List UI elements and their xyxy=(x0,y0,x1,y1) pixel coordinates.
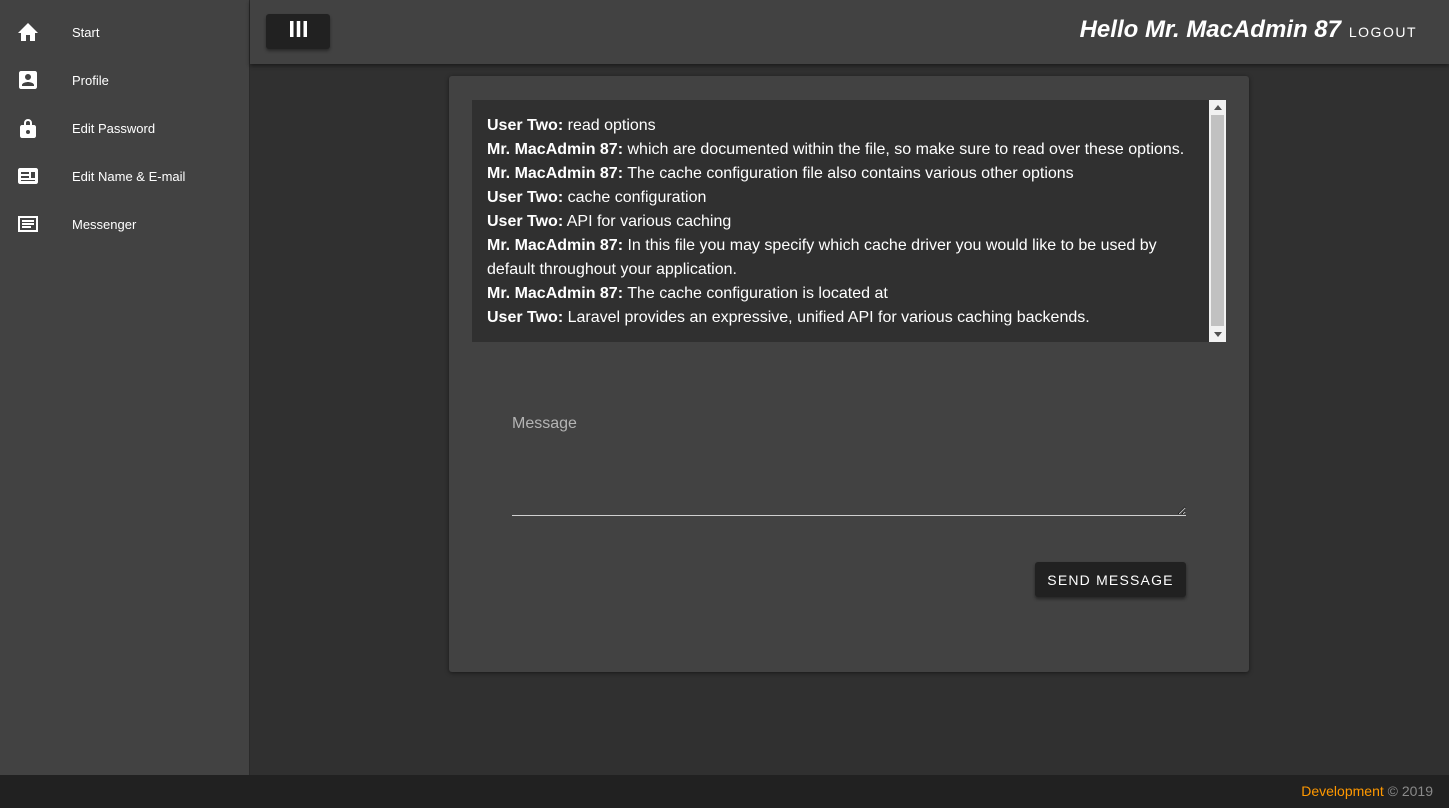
message-sender: Mr. MacAdmin 87: xyxy=(487,141,624,158)
message-text: which are documented within the file, so… xyxy=(627,141,1185,158)
sidebar-item-edit-password[interactable]: Edit Password xyxy=(0,104,250,152)
message-text: API for various caching xyxy=(566,213,732,230)
message-sender: User Two: xyxy=(487,189,564,206)
sidebar-item-start[interactable]: Start xyxy=(0,8,250,56)
message-sender: Mr. MacAdmin 87: xyxy=(487,165,624,182)
sidebar-item-label: Start xyxy=(72,24,100,40)
message-sender: Mr. MacAdmin 87: xyxy=(487,285,624,302)
sidebar-item-label: Messenger xyxy=(72,216,137,232)
lock-icon xyxy=(18,118,38,138)
sidebar-item-profile[interactable]: Profile xyxy=(0,56,250,104)
greeting-title: Hello Mr. MacAdmin 87 xyxy=(1079,16,1341,43)
scroll-up-arrow-icon[interactable] xyxy=(1214,105,1222,110)
home-icon xyxy=(18,22,38,42)
chat-scrollbar[interactable] xyxy=(1209,100,1226,342)
message-text: The cache configuration file also contai… xyxy=(627,165,1074,182)
messenger-card: User Two: read options Mr. MacAdmin 87: … xyxy=(449,76,1249,672)
chat-message: Mr. MacAdmin 87: The cache configuration… xyxy=(487,282,1193,306)
scrollbar-thumb[interactable] xyxy=(1211,115,1224,326)
message-field xyxy=(512,401,1186,516)
account-box-icon xyxy=(18,70,38,90)
message-icon xyxy=(18,214,38,234)
sidebar-item-edit-name-email[interactable]: Edit Name & E-mail xyxy=(0,152,250,200)
sidebar-item-label: Edit Name & E-mail xyxy=(72,168,186,184)
sidebar-item-label: Edit Password xyxy=(72,120,156,136)
scroll-down-arrow-icon[interactable] xyxy=(1214,332,1222,337)
message-text: cache configuration xyxy=(567,189,707,206)
chat-history[interactable]: User Two: read options Mr. MacAdmin 87: … xyxy=(472,100,1226,342)
menu-toggle-button[interactable] xyxy=(266,14,330,49)
view-column-icon xyxy=(289,21,307,42)
chat-message: User Two: cache configuration xyxy=(487,186,1193,210)
footer: Development © 2019 xyxy=(0,775,1449,808)
logout-button[interactable]: LOGOUT xyxy=(1349,24,1417,40)
development-link[interactable]: Development xyxy=(1301,783,1384,799)
sidebar-item-label: Profile xyxy=(72,72,109,88)
footer-text: Development © 2019 xyxy=(1301,783,1433,799)
chat-message-list: User Two: read options Mr. MacAdmin 87: … xyxy=(472,100,1209,330)
chat-message: Mr. MacAdmin 87: In this file you may sp… xyxy=(487,234,1193,282)
sidebar-nav: Start Profile Edit Password Edit Name & … xyxy=(0,0,250,775)
chat-message: Mr. MacAdmin 87: The cache configuration… xyxy=(487,162,1193,186)
message-sender: User Two: xyxy=(487,309,564,326)
sidebar-item-messenger[interactable]: Messenger xyxy=(0,200,250,248)
chat-message: User Two: Laravel provides an expressive… xyxy=(487,306,1193,330)
send-message-button[interactable]: SEND MESSAGE xyxy=(1035,562,1186,597)
chat-message: User Two: API for various caching xyxy=(487,210,1193,234)
top-app-bar: Hello Mr. MacAdmin 87 LOGOUT xyxy=(250,0,1449,64)
message-text: read options xyxy=(567,117,656,134)
id-card-icon xyxy=(18,166,38,186)
message-sender: User Two: xyxy=(487,213,564,230)
chat-message: Mr. MacAdmin 87: which are documented wi… xyxy=(487,138,1193,162)
message-input[interactable] xyxy=(512,401,1186,516)
message-text: Laravel provides an expressive, unified … xyxy=(567,309,1090,326)
message-text: The cache configuration is located at xyxy=(627,285,888,302)
message-sender: Mr. MacAdmin 87: xyxy=(487,237,624,254)
copyright-text: © 2019 xyxy=(1387,783,1433,799)
message-sender: User Two: xyxy=(487,117,564,134)
chat-message: User Two: read options xyxy=(487,114,1193,138)
